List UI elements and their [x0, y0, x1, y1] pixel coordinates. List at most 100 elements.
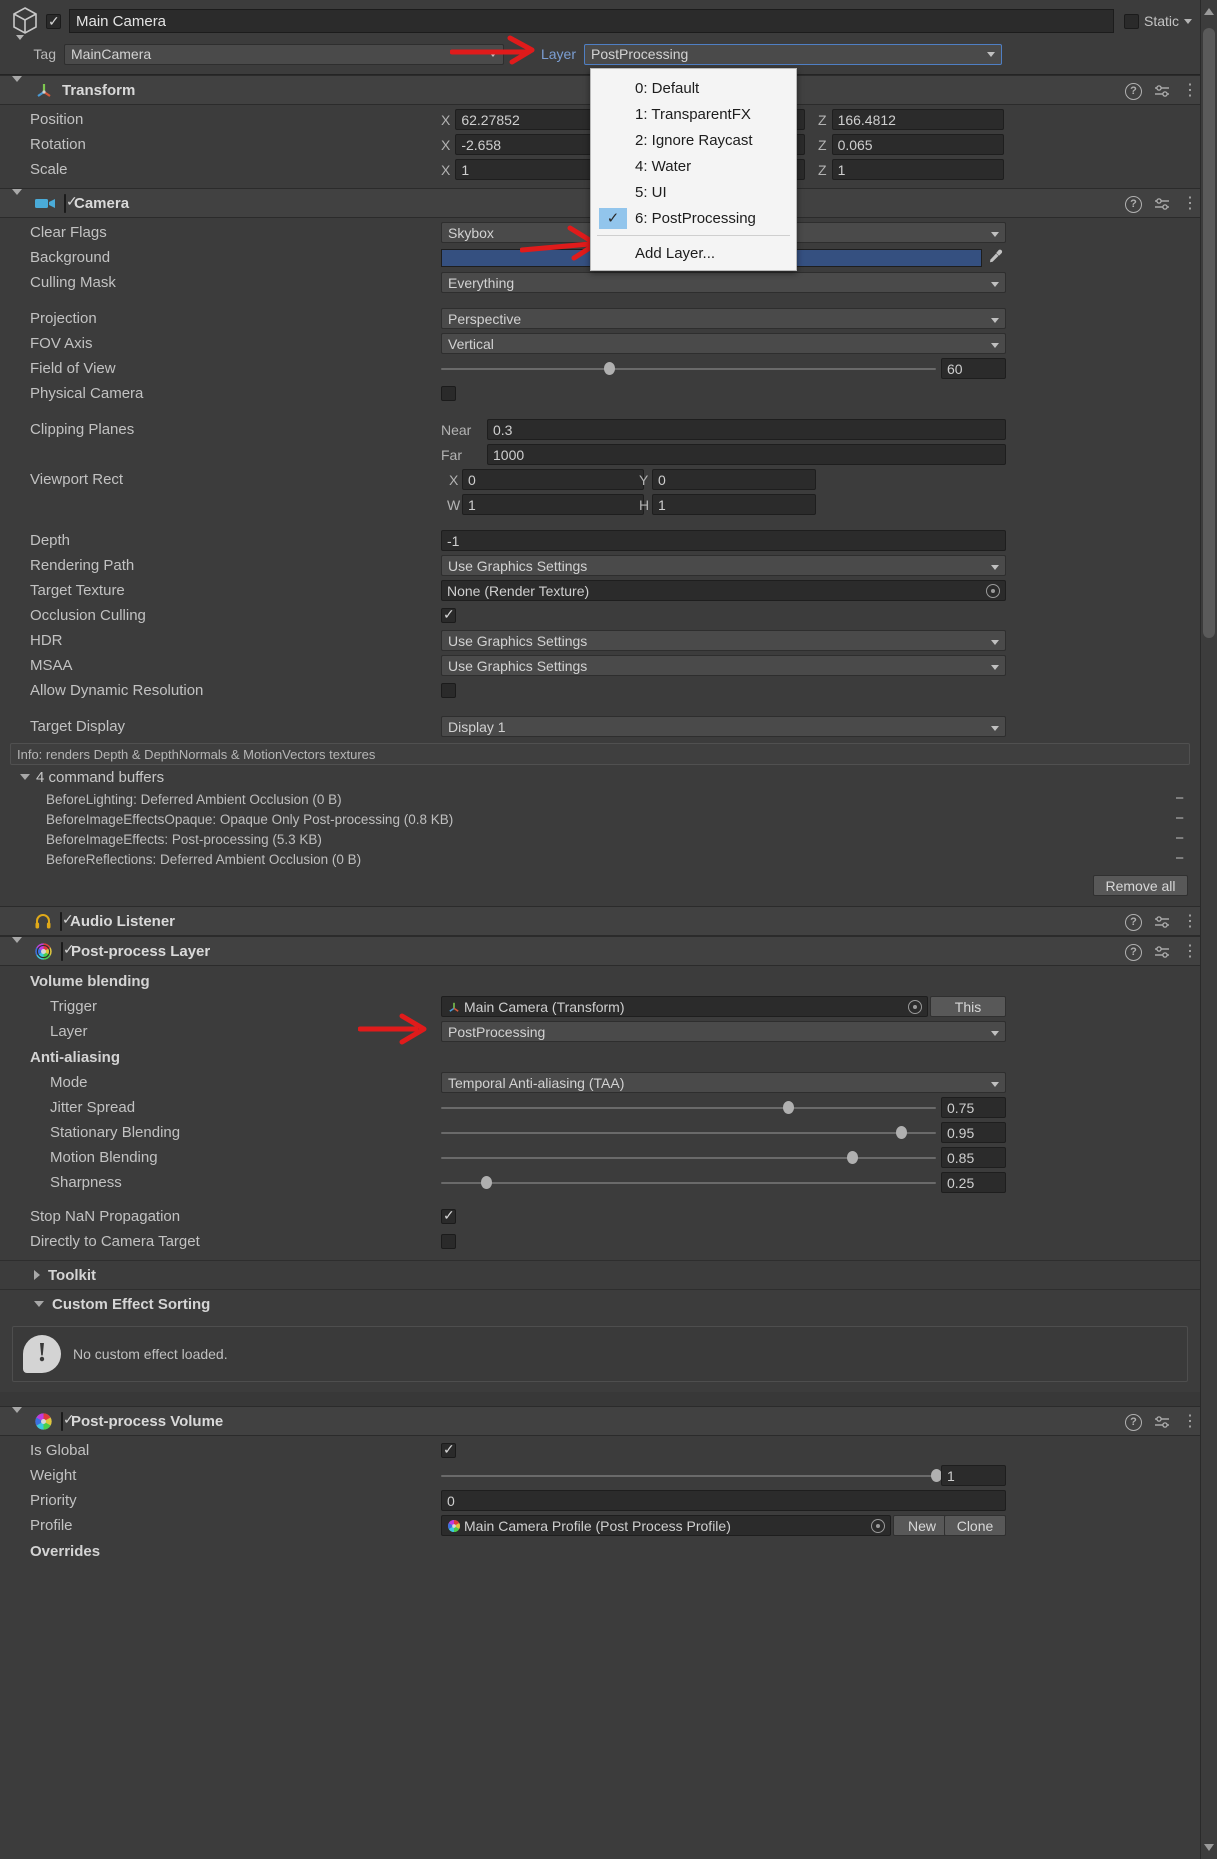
camera-enabled-checkbox[interactable] — [64, 193, 66, 213]
viewport-w-input[interactable]: 1 — [462, 494, 644, 515]
culling-mask-dropdown[interactable]: Everything — [441, 272, 1006, 293]
static-checkbox[interactable] — [1123, 13, 1139, 29]
projection-dropdown[interactable]: Perspective — [441, 308, 1006, 329]
position-z-input[interactable]: 166.4812 — [831, 109, 1004, 130]
clipping-near-input[interactable]: 0.3 — [487, 419, 1006, 440]
viewport-x-input[interactable]: 0 — [462, 469, 644, 490]
post-process-layer-preset-icon[interactable] — [1154, 944, 1170, 960]
post-process-volume-help-icon[interactable]: ? — [1125, 1413, 1142, 1431]
ppl-sharpness-input[interactable]: 0.25 — [941, 1172, 1006, 1193]
audio-listener-foldout[interactable] — [12, 913, 28, 930]
msaa-dropdown[interactable]: Use Graphics Settings — [441, 655, 1006, 676]
ppl-jitter-spread-input[interactable]: 0.75 — [941, 1097, 1006, 1118]
ppl-sharpness-knob[interactable] — [480, 1176, 492, 1189]
layer-option-4[interactable]: 4: Water — [591, 153, 796, 179]
toolkit-foldout[interactable]: Toolkit — [0, 1260, 1200, 1289]
ppv-profile-objectfield[interactable]: Main Camera Profile (Post Process Profil… — [441, 1515, 891, 1536]
rotation-z-input[interactable]: 0.065 — [831, 134, 1004, 155]
field-of-view-slider[interactable] — [441, 358, 936, 379]
scale-z-input[interactable]: 1 — [831, 159, 1004, 180]
ppl-trigger-objectfield[interactable]: Main Camera (Transform) — [441, 996, 928, 1017]
post-process-layer-enabled-checkbox[interactable] — [61, 941, 63, 961]
hdr-dropdown[interactable]: Use Graphics Settings — [441, 630, 1006, 651]
ppl-mode-dropdown[interactable]: Temporal Anti-aliasing (TAA) — [441, 1072, 1006, 1093]
transform-foldout[interactable] — [12, 75, 28, 99]
ppl-jitter-spread-knob[interactable] — [782, 1101, 794, 1114]
ppl-sharpness-slider[interactable] — [441, 1172, 936, 1193]
command-buffer-remove-icon[interactable]: − — [1175, 831, 1184, 846]
layer-dropdown-popup[interactable]: 0: Default 1: TransparentFX 2: Ignore Ra… — [590, 68, 797, 271]
ppv-weight-input[interactable]: 1 — [941, 1465, 1006, 1486]
audio-listener-menu-icon[interactable]: ⋮ — [1182, 914, 1198, 930]
gameobject-name-input[interactable]: Main Camera — [69, 9, 1114, 33]
ppl-layer-dropdown[interactable]: PostProcessing — [441, 1021, 1006, 1042]
ppl-stop-nan-checkbox[interactable] — [441, 1206, 456, 1224]
background-eyedropper-icon[interactable] — [988, 248, 1004, 268]
layer-dropdown[interactable]: PostProcessing — [584, 43, 1002, 65]
ppl-motion-blending-knob[interactable] — [846, 1151, 858, 1164]
scroll-down-arrow-icon[interactable] — [1204, 1844, 1214, 1851]
transform-menu-icon[interactable]: ⋮ — [1182, 83, 1198, 99]
transform-preset-icon[interactable] — [1154, 83, 1170, 99]
camera-preset-icon[interactable] — [1154, 196, 1170, 212]
field-of-view-slider-knob[interactable] — [604, 362, 616, 375]
static-dropdown-arrow-icon[interactable] — [1184, 18, 1192, 24]
target-texture-objectfield[interactable]: None (Render Texture) — [441, 580, 1006, 601]
ppl-jitter-spread-slider[interactable] — [441, 1097, 936, 1118]
post-process-layer-menu-icon[interactable]: ⋮ — [1182, 944, 1198, 960]
ppl-direct-target-checkbox[interactable] — [441, 1234, 456, 1249]
layer-option-2[interactable]: 2: Ignore Raycast — [591, 127, 796, 153]
command-buffer-remove-icon[interactable]: − — [1175, 811, 1184, 826]
ppl-stationary-blending-input[interactable]: 0.95 — [941, 1122, 1006, 1143]
ppv-profile-new-button[interactable]: New — [893, 1515, 951, 1536]
post-process-volume-enabled-checkbox[interactable] — [61, 1411, 63, 1431]
command-buffer-remove-icon[interactable]: − — [1175, 791, 1184, 806]
fov-axis-dropdown[interactable]: Vertical — [441, 333, 1006, 354]
field-of-view-input[interactable]: 60 — [941, 358, 1006, 379]
ppv-profile-clone-button[interactable]: Clone — [944, 1515, 1006, 1536]
layer-add-layer-option[interactable]: Add Layer... — [591, 240, 796, 266]
post-process-layer-foldout[interactable] — [12, 936, 28, 960]
layer-option-1[interactable]: 1: TransparentFX — [591, 101, 796, 127]
viewport-h-input[interactable]: 1 — [652, 494, 816, 515]
ppl-trigger-this-button[interactable]: This — [930, 996, 1006, 1017]
camera-foldout[interactable] — [12, 188, 28, 212]
ppv-is-global-checkbox[interactable] — [441, 1440, 456, 1458]
camera-menu-icon[interactable]: ⋮ — [1182, 196, 1198, 212]
static-toggle-group[interactable]: Static — [1123, 13, 1192, 29]
ppv-profile-picker-icon[interactable] — [871, 1519, 885, 1533]
post-process-volume-component-header[interactable]: Post-process Volume ? ⋮ — [0, 1406, 1200, 1436]
command-buffer-remove-icon[interactable]: − — [1175, 851, 1184, 866]
audio-listener-preset-icon[interactable] — [1154, 914, 1170, 930]
transform-help-icon[interactable]: ? — [1125, 82, 1142, 100]
ppv-weight-slider[interactable] — [441, 1465, 942, 1486]
post-process-layer-component-header[interactable]: Post-process Layer ? ⋮ — [0, 936, 1200, 966]
target-display-dropdown[interactable]: Display 1 — [441, 716, 1006, 737]
ppl-stationary-blending-slider[interactable] — [441, 1122, 936, 1143]
ppl-motion-blending-slider[interactable] — [441, 1147, 936, 1168]
gameobject-dropdown-arrow-icon[interactable] — [16, 35, 24, 40]
remove-all-button[interactable]: Remove all — [1093, 875, 1188, 896]
tag-dropdown[interactable]: MainCamera — [64, 43, 504, 65]
vertical-scrollbar[interactable] — [1200, 0, 1217, 1859]
camera-help-icon[interactable]: ? — [1125, 195, 1142, 213]
audio-listener-enabled-checkbox[interactable] — [60, 911, 62, 931]
viewport-y-input[interactable]: 0 — [652, 469, 816, 490]
ppv-priority-input[interactable]: 0 — [441, 1490, 1006, 1511]
rendering-path-dropdown[interactable]: Use Graphics Settings — [441, 555, 1006, 576]
post-process-layer-help-icon[interactable]: ? — [1125, 943, 1142, 961]
ppl-trigger-picker-icon[interactable] — [908, 1000, 922, 1014]
post-process-volume-foldout[interactable] — [12, 1406, 28, 1430]
command-buffers-foldout[interactable]: 4 command buffers — [0, 765, 1200, 789]
post-process-volume-menu-icon[interactable]: ⋮ — [1182, 1414, 1198, 1430]
scroll-up-arrow-icon[interactable] — [1204, 8, 1214, 15]
ppl-stationary-blending-knob[interactable] — [896, 1126, 908, 1139]
allow-dynamic-resolution-checkbox[interactable] — [441, 683, 456, 698]
target-texture-picker-icon[interactable] — [986, 584, 1000, 598]
audio-listener-component-header[interactable]: Audio Listener ? ⋮ — [0, 906, 1200, 936]
clipping-far-input[interactable]: 1000 — [487, 444, 1006, 465]
scrollbar-thumb[interactable] — [1203, 28, 1215, 638]
depth-input[interactable]: -1 — [441, 530, 1006, 551]
layer-option-0[interactable]: 0: Default — [591, 75, 796, 101]
audio-listener-help-icon[interactable]: ? — [1125, 913, 1142, 931]
